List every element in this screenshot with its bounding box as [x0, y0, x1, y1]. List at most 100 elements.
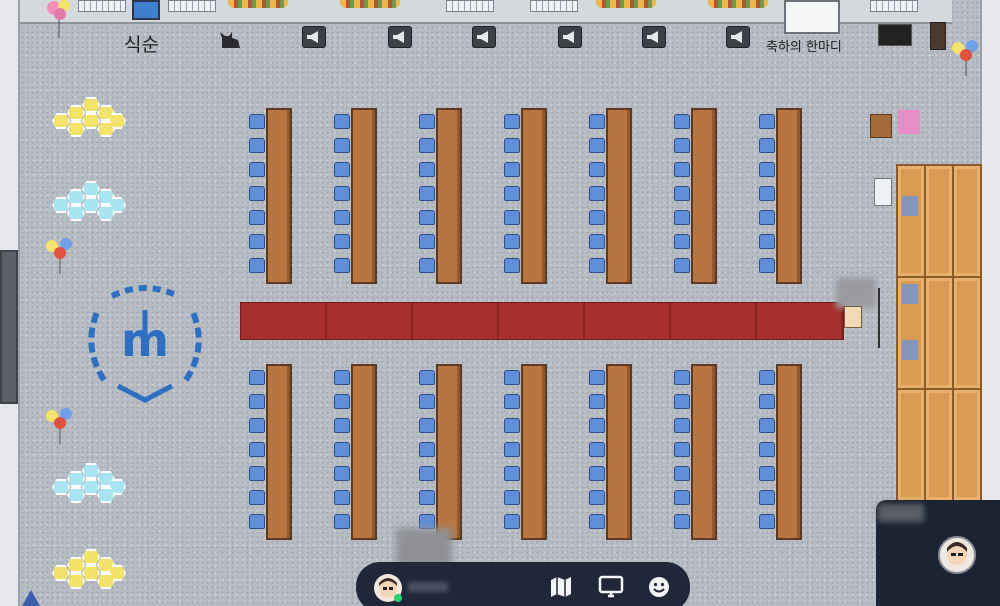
other-player-avatar[interactable]	[836, 278, 876, 308]
chair[interactable]	[249, 466, 265, 481]
wishes-zone-label[interactable]: 축하의 한마디	[766, 36, 842, 55]
chair[interactable]	[419, 234, 435, 249]
hex-cushion[interactable]	[67, 487, 85, 503]
chair[interactable]	[589, 114, 605, 129]
podium[interactable]	[874, 178, 892, 206]
chair[interactable]	[504, 258, 520, 273]
chair[interactable]	[249, 394, 265, 409]
screen-share-icon[interactable]	[598, 574, 624, 600]
hex-cushion[interactable]	[67, 205, 85, 221]
tv-screen[interactable]	[878, 24, 912, 46]
chair[interactable]	[419, 394, 435, 409]
chair[interactable]	[249, 114, 265, 129]
chair[interactable]	[674, 114, 690, 129]
hex-cushion[interactable]	[67, 557, 85, 573]
chair[interactable]	[759, 394, 775, 409]
chair[interactable]	[249, 370, 265, 385]
monitor-icon[interactable]	[132, 0, 160, 20]
self-avatar[interactable]	[938, 536, 976, 574]
chair[interactable]	[589, 162, 605, 177]
chair[interactable]	[334, 370, 350, 385]
chair[interactable]	[419, 514, 435, 529]
chair[interactable]	[589, 490, 605, 505]
chair[interactable]	[249, 258, 265, 273]
chair[interactable]	[334, 490, 350, 505]
chair[interactable]	[674, 490, 690, 505]
megaphone-icon[interactable]	[388, 26, 412, 48]
hex-cushion[interactable]	[82, 463, 100, 479]
chair[interactable]	[249, 418, 265, 433]
megaphone-icon[interactable]	[558, 26, 582, 48]
chair[interactable]	[759, 442, 775, 457]
chair[interactable]	[419, 442, 435, 457]
chair[interactable]	[334, 114, 350, 129]
chair[interactable]	[419, 210, 435, 225]
chair[interactable]	[589, 394, 605, 409]
microphone-stand[interactable]	[878, 288, 888, 348]
game-map[interactable]: 식순 축하의 한마디 m	[0, 0, 1000, 606]
chair[interactable]	[759, 186, 775, 201]
chair[interactable]	[419, 466, 435, 481]
chair[interactable]	[589, 418, 605, 433]
chair[interactable]	[759, 258, 775, 273]
chair[interactable]	[334, 394, 350, 409]
chair[interactable]	[334, 466, 350, 481]
cyan-hex-cushions[interactable]	[52, 180, 128, 221]
megaphone-icon[interactable]	[472, 26, 496, 48]
hex-cushion[interactable]	[52, 113, 70, 129]
chair[interactable]	[589, 186, 605, 201]
chair[interactable]	[589, 210, 605, 225]
chair[interactable]	[334, 442, 350, 457]
chair[interactable]	[334, 138, 350, 153]
chair[interactable]	[674, 210, 690, 225]
hex-cushion[interactable]	[82, 565, 100, 581]
chair[interactable]	[759, 234, 775, 249]
chair[interactable]	[759, 490, 775, 505]
megaphone-icon[interactable]	[302, 26, 326, 48]
chair[interactable]	[419, 114, 435, 129]
megaphone-icon[interactable]	[726, 26, 750, 48]
chair[interactable]	[334, 210, 350, 225]
chair[interactable]	[249, 514, 265, 529]
chair[interactable]	[674, 258, 690, 273]
chair[interactable]	[759, 114, 775, 129]
chair[interactable]	[334, 258, 350, 273]
hex-cushion[interactable]	[82, 97, 100, 113]
chair[interactable]	[419, 162, 435, 177]
chair[interactable]	[589, 258, 605, 273]
chair[interactable]	[589, 514, 605, 529]
chair[interactable]	[589, 466, 605, 481]
hex-cushion[interactable]	[82, 549, 100, 565]
chair[interactable]	[249, 234, 265, 249]
cat-icon[interactable]	[218, 28, 242, 50]
chair[interactable]	[504, 162, 520, 177]
chair[interactable]	[419, 186, 435, 201]
hex-cushion[interactable]	[67, 573, 85, 589]
hex-cushion[interactable]	[67, 105, 85, 121]
chair[interactable]	[419, 258, 435, 273]
hex-cushion[interactable]	[82, 479, 100, 495]
chair[interactable]	[759, 418, 775, 433]
chair[interactable]	[759, 370, 775, 385]
yellow-hex-cushions[interactable]	[52, 96, 128, 137]
chair[interactable]	[419, 418, 435, 433]
chair[interactable]	[759, 514, 775, 529]
cyan-hex-cushions[interactable]	[52, 462, 128, 503]
chair[interactable]	[674, 138, 690, 153]
chair[interactable]	[674, 466, 690, 481]
hex-cushion[interactable]	[52, 479, 70, 495]
chair[interactable]	[334, 162, 350, 177]
chair[interactable]	[674, 234, 690, 249]
chair[interactable]	[249, 490, 265, 505]
chair[interactable]	[589, 138, 605, 153]
whiteboard[interactable]	[784, 0, 840, 34]
chair[interactable]	[419, 138, 435, 153]
hex-cushion[interactable]	[52, 565, 70, 581]
megaphone-icon[interactable]	[642, 26, 666, 48]
chair[interactable]	[589, 442, 605, 457]
chair[interactable]	[759, 210, 775, 225]
chair[interactable]	[674, 186, 690, 201]
chair[interactable]	[334, 418, 350, 433]
chair[interactable]	[674, 442, 690, 457]
chair[interactable]	[759, 466, 775, 481]
